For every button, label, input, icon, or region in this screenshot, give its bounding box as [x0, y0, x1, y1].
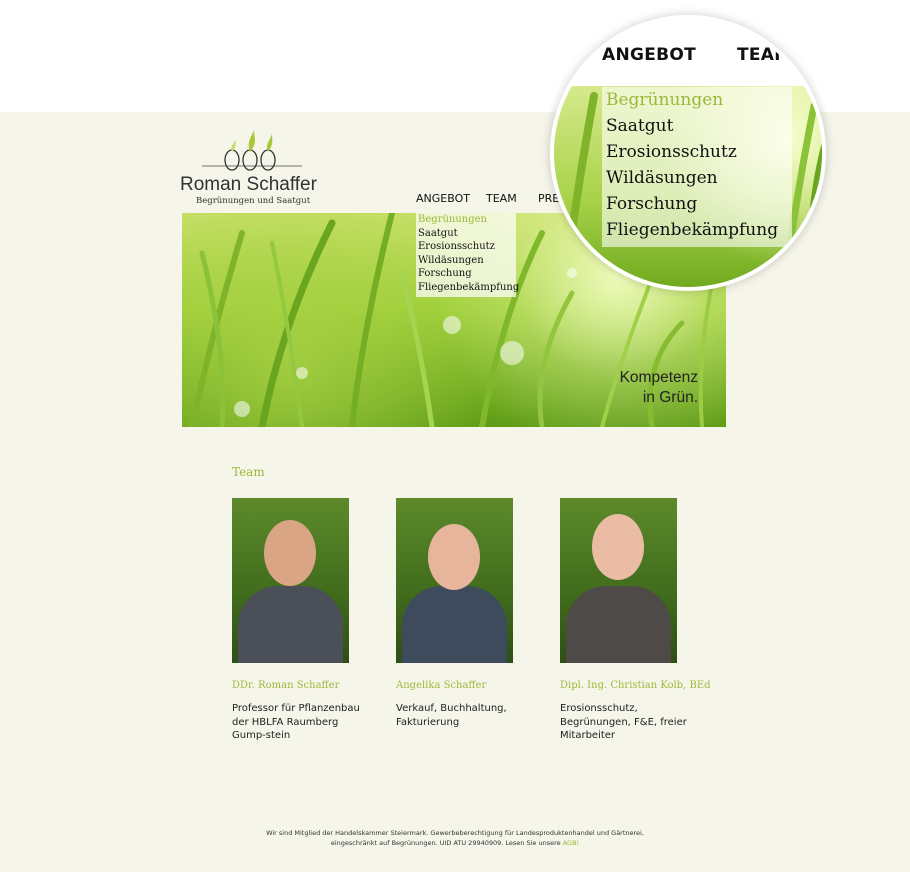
nav-item-team[interactable]: TEAM	[486, 192, 517, 205]
dropdown-item-saatgut[interactable]: Saatgut	[416, 227, 516, 241]
footer-line-1: Wir sind Mitglied der Handelskammer Stei…	[266, 829, 644, 837]
member-name: DDr. Roman Schaffer	[232, 680, 340, 691]
dropdown-item-erosionsschutz[interactable]: Erosionsschutz	[416, 240, 516, 254]
member-role: Erosionsschutz, Begrünungen, F&E, freier…	[560, 703, 687, 741]
zoom-item-saatgut: Saatgut	[606, 116, 674, 136]
footer: Wir sind Mitglied der Handelskammer Stei…	[230, 828, 680, 848]
brand-name: Roman Schaffer	[180, 174, 317, 195]
member-name: Dipl. Ing. Christian Kolb, BEd	[560, 680, 711, 691]
dropdown-item-fliegenbekaempfung[interactable]: Fliegenbekämpfung	[416, 281, 519, 295]
footer-line-2: eingeschränkt auf Begrünungen. UID ATU 2…	[230, 838, 680, 848]
member-photo	[560, 498, 677, 663]
zoom-item-erosionsschutz: Erosionsschutz	[606, 142, 737, 162]
team-member-card: Dipl. Ing. Christian Kolb, BEd Erosionss…	[560, 498, 711, 743]
nav-item-angebot[interactable]: ANGEBOT	[416, 192, 470, 205]
zoom-magnifier: ANGEBOT TEAM Begrünungen Saatgut Erosion…	[550, 15, 826, 291]
slogan-line-2: in Grün.	[642, 389, 698, 406]
team-member-card: DDr. Roman Schaffer Professor für Pflanz…	[232, 498, 382, 743]
sprouting-seeds-icon	[202, 130, 302, 171]
member-photo	[232, 498, 349, 663]
dropdown-item-forschung[interactable]: Forschung	[416, 267, 516, 281]
zoom-item-begruenungen: Begrünungen	[606, 90, 724, 110]
dropdown-item-wildaesungen[interactable]: Wildäsungen	[416, 254, 516, 268]
team-section-title: Team	[232, 465, 265, 479]
zoom-nav-angebot: ANGEBOT	[602, 45, 697, 65]
zoom-item-fliegenbekaempfung: Fliegenbekämpfung	[606, 220, 779, 240]
team-member-card: Angelika Schaffer Verkauf, Buchhaltung, …	[396, 498, 546, 729]
hero-slogan: Kompetenz in Grün.	[603, 368, 698, 408]
footer-line-2-text: eingeschränkt auf Begrünungen. UID ATU 2…	[330, 839, 561, 847]
zoom-nav-team: TEAM	[737, 45, 792, 65]
member-photo	[396, 498, 513, 663]
member-name: Angelika Schaffer	[396, 680, 487, 691]
slogan-line-1: Kompetenz	[619, 369, 698, 386]
logo[interactable]: Roman Schaffer Begrünungen und Saatgut	[180, 128, 330, 208]
zoom-item-wildaesungen: Wildäsungen	[606, 168, 718, 188]
member-role: Professor für Pflanzenbau der HBLFA Raum…	[232, 703, 360, 741]
zoom-dropdown-menu: Begrünungen Saatgut Erosionsschutz Wildä…	[602, 87, 792, 247]
angebot-dropdown-menu: Begrünungen Saatgut Erosionsschutz Wildä…	[416, 213, 519, 297]
zoom-item-forschung: Forschung	[606, 194, 698, 214]
member-role: Verkauf, Buchhaltung, Fakturierung	[396, 703, 507, 728]
brand-tagline: Begrünungen und Saatgut	[196, 196, 311, 206]
agb-link[interactable]: AGB!	[563, 839, 579, 847]
dropdown-item-begruenungen[interactable]: Begrünungen	[416, 213, 516, 227]
